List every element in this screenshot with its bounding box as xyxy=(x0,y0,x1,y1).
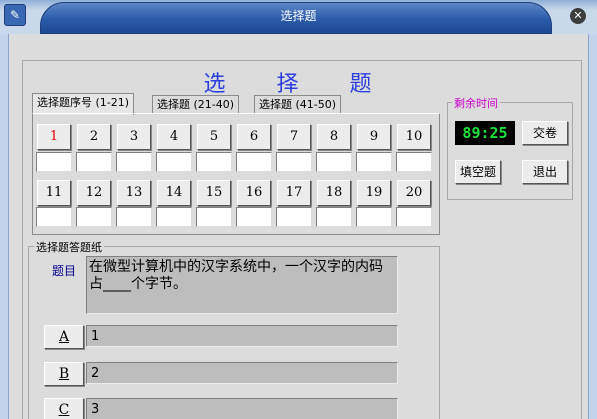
answer-box-2[interactable] xyxy=(76,152,112,172)
answer-box-6[interactable] xyxy=(236,152,272,172)
question-button-2[interactable]: 2 xyxy=(77,124,111,150)
question-button-14[interactable]: 14 xyxy=(157,180,191,206)
question-button-9[interactable]: 9 xyxy=(357,124,391,150)
question-button-4[interactable]: 4 xyxy=(157,124,191,150)
question-button-10[interactable]: 10 xyxy=(397,124,431,150)
question-button-19[interactable]: 19 xyxy=(357,180,391,206)
question-button-11[interactable]: 11 xyxy=(37,180,71,206)
answer-box-1[interactable] xyxy=(36,152,72,172)
answer-box-13[interactable] xyxy=(116,207,152,227)
answer-box-14[interactable] xyxy=(156,207,192,227)
question-button-12[interactable]: 12 xyxy=(77,180,111,206)
answer-box-11[interactable] xyxy=(36,207,72,227)
countdown-timer: 89:25 xyxy=(455,121,515,145)
option-a-button[interactable]: A xyxy=(44,325,84,349)
answer-box-4[interactable] xyxy=(156,152,192,172)
title-bar[interactable]: 选择题 ✎ ✕ xyxy=(0,0,597,34)
question-button-13[interactable]: 13 xyxy=(117,180,151,206)
question-button-17[interactable]: 17 xyxy=(277,180,311,206)
remaining-time-group xyxy=(447,102,573,200)
answer-box-20[interactable] xyxy=(396,207,432,227)
answer-box-15[interactable] xyxy=(196,207,232,227)
remaining-time-label: 剩余时间 xyxy=(452,95,500,111)
tab-questions-41-50[interactable]: 选择题 (41-50) xyxy=(254,95,342,114)
question-button-15[interactable]: 15 xyxy=(197,180,231,206)
fill-blank-button[interactable]: 填空题 xyxy=(455,160,501,184)
app-icon[interactable]: ✎ xyxy=(4,4,26,26)
answer-box-9[interactable] xyxy=(356,152,392,172)
option-c-text: 3 xyxy=(86,398,398,419)
question-button-5[interactable]: 5 xyxy=(197,124,231,150)
app-window: 选择题 ✎ ✕ 选 择 题 选择题序号 (1-21) 选择题 (21-40) 选… xyxy=(0,0,597,419)
question-button-1[interactable]: 1 xyxy=(37,124,71,150)
question-label: 题目 xyxy=(52,264,77,278)
tab-questions-1-21[interactable]: 选择题序号 (1-21) xyxy=(32,93,135,115)
option-b-button[interactable]: B xyxy=(44,362,84,386)
close-icon[interactable]: ✕ xyxy=(570,8,586,24)
answer-box-19[interactable] xyxy=(356,207,392,227)
answer-box-16[interactable] xyxy=(236,207,272,227)
option-c-button[interactable]: C xyxy=(44,398,84,419)
answer-box-17[interactable] xyxy=(276,207,312,227)
question-button-16[interactable]: 16 xyxy=(237,180,271,206)
option-a-text: 1 xyxy=(86,325,398,347)
answer-box-3[interactable] xyxy=(116,152,152,172)
tab-questions-21-40[interactable]: 选择题 (21-40) xyxy=(152,95,240,114)
answer-box-5[interactable] xyxy=(196,152,232,172)
answer-box-10[interactable] xyxy=(396,152,432,172)
question-button-20[interactable]: 20 xyxy=(397,180,431,206)
answer-box-18[interactable] xyxy=(316,207,352,227)
answer-box-12[interactable] xyxy=(76,207,112,227)
exit-button[interactable]: 退出 xyxy=(522,160,568,184)
question-button-6[interactable]: 6 xyxy=(237,124,271,150)
answer-box-8[interactable] xyxy=(316,152,352,172)
question-button-8[interactable]: 8 xyxy=(317,124,351,150)
option-b-text: 2 xyxy=(86,362,398,384)
question-button-7[interactable]: 7 xyxy=(277,124,311,150)
window-title: 选择题 xyxy=(280,9,317,23)
answer-sheet-label: 选择题答题纸 xyxy=(34,239,104,255)
answer-box-7[interactable] xyxy=(276,152,312,172)
question-button-18[interactable]: 18 xyxy=(317,180,351,206)
question-button-3[interactable]: 3 xyxy=(117,124,151,150)
submit-button[interactable]: 交卷 xyxy=(522,121,568,145)
question-text: 在微型计算机中的汉字系统中，一个汉字的内码占____个字节。 xyxy=(86,256,398,314)
